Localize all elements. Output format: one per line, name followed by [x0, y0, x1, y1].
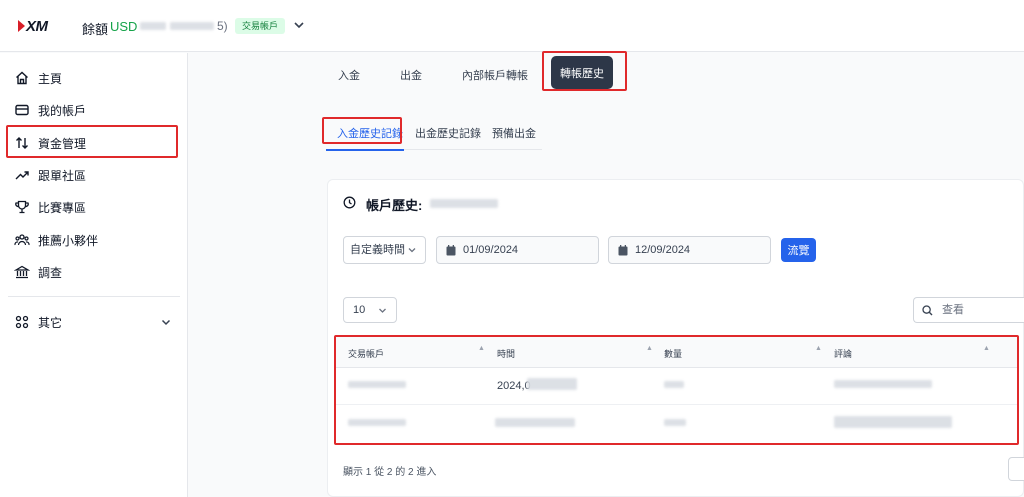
sidebar-item-label: 調查	[38, 265, 63, 280]
sidebar-item-label: 跟單社區	[38, 168, 87, 183]
account-type-badge: 交易帳戶	[235, 18, 286, 34]
sidebar-item-other[interactable]: 其它	[0, 308, 188, 336]
trophy-icon	[15, 200, 29, 214]
grid-icon	[15, 315, 29, 329]
institution-icon	[14, 265, 30, 279]
sidebar-item-label: 推薦小夥伴	[38, 233, 99, 248]
wallet-icon	[15, 104, 29, 116]
table-summary: 顯示 1 從 2 的 2 進入	[343, 467, 437, 478]
page-size-select[interactable]: 10	[343, 297, 397, 323]
date-from-value: 01/09/2024	[463, 244, 519, 256]
balance-label: 餘額	[82, 22, 109, 37]
clock-icon	[343, 196, 356, 209]
sidebar-divider	[8, 296, 180, 297]
date-to-value: 12/09/2024	[635, 244, 691, 256]
sidebar-item-my-account[interactable]: 我的帳戶	[0, 96, 188, 124]
account-number-redacted	[430, 199, 498, 208]
highlight-transfer-history	[542, 51, 627, 91]
browse-button[interactable]: 流覽	[781, 238, 816, 262]
sidebar-item-label: 其它	[38, 315, 63, 330]
logo-text: XM	[26, 17, 48, 35]
page-size-value: 10	[353, 304, 366, 316]
chevron-down-icon[interactable]	[292, 18, 306, 32]
people-icon	[14, 234, 30, 246]
home-icon	[16, 71, 28, 85]
tab-withdraw[interactable]: 出金	[400, 67, 422, 83]
balance-currency: USD	[110, 19, 138, 34]
top-bar: XM 餘額 USD 5) 交易帳戶	[0, 0, 1024, 52]
search-placeholder: 查看	[942, 304, 964, 316]
pagination-button[interactable]	[1008, 457, 1024, 481]
xm-logo[interactable]: XM	[18, 17, 48, 35]
sidebar-item-label: 我的帳戶	[38, 103, 87, 118]
sidebar-item-home[interactable]: 主頁	[0, 64, 188, 92]
sidebar-item-label: 主頁	[38, 71, 63, 86]
date-to-field[interactable]: 12/09/2024	[608, 236, 771, 264]
logo-mark-icon	[18, 20, 25, 32]
highlight-funds-management	[6, 125, 178, 158]
subtab-pending-withdraw[interactable]: 預備出金	[492, 125, 536, 141]
highlight-table	[334, 335, 1019, 445]
sidebar-item-label: 比賽專區	[38, 200, 87, 215]
date-from-field[interactable]: 01/09/2024	[436, 236, 599, 264]
range-select-value: 自定義時間	[350, 244, 405, 256]
balance-tail: 5)	[217, 19, 228, 33]
tab-deposit[interactable]: 入金	[338, 67, 360, 83]
chevron-down-icon	[161, 319, 171, 326]
chevron-down-icon	[408, 248, 416, 253]
search-icon	[922, 305, 933, 316]
active-subtab-indicator	[326, 149, 404, 151]
sidebar-item-referral[interactable]: 推薦小夥伴	[0, 226, 188, 254]
balance-redacted	[140, 22, 166, 30]
range-select[interactable]: 自定義時間	[343, 236, 426, 264]
chevron-down-icon	[379, 308, 386, 313]
search-input[interactable]: 查看	[913, 297, 1024, 323]
sidebar-item-survey[interactable]: 調查	[0, 258, 188, 286]
sidebar: 主頁 我的帳戶 資金管理 跟單社區 比賽專區 推薦小夥伴 調查 其它	[0, 53, 188, 497]
sidebar-item-competitions[interactable]: 比賽專區	[0, 193, 188, 221]
balance-redacted	[170, 22, 214, 30]
highlight-deposit-history	[322, 117, 402, 144]
tab-internal-transfer[interactable]: 內部帳戶轉帳	[462, 67, 528, 83]
calendar-icon	[618, 245, 628, 256]
subtab-baseline	[404, 149, 542, 150]
sidebar-item-copy-trading[interactable]: 跟單社區	[0, 161, 188, 189]
trend-up-icon	[15, 171, 29, 180]
calendar-icon	[446, 245, 456, 256]
card-title: 帳戶歷史:	[366, 198, 423, 213]
subtab-withdraw-history[interactable]: 出金歷史記錄	[415, 125, 481, 141]
